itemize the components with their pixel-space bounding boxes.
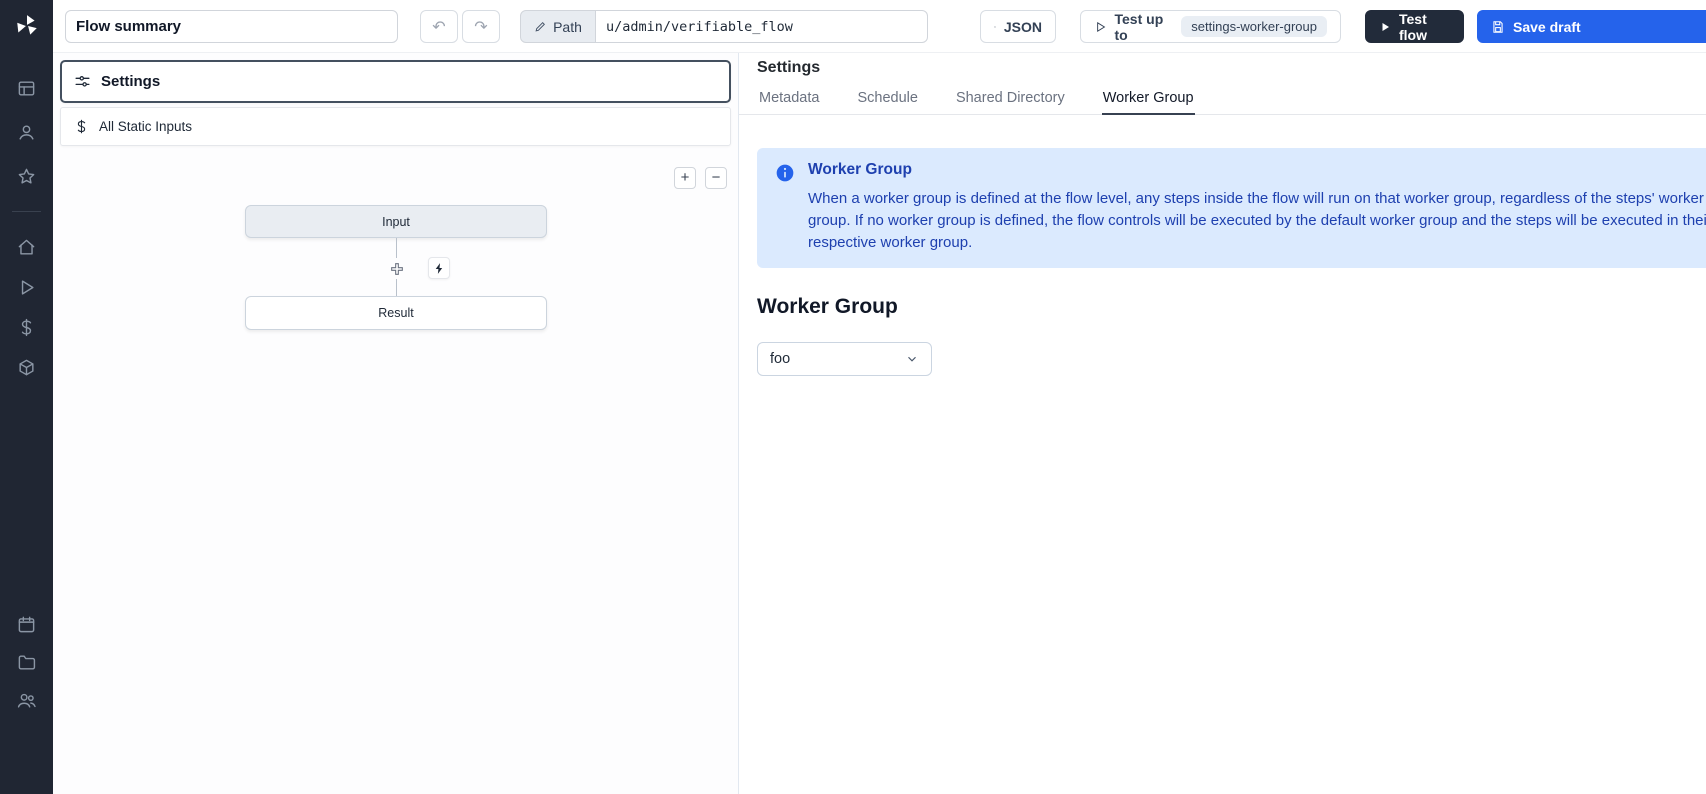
user-icon[interactable]	[0, 114, 53, 150]
add-step-button[interactable]	[386, 258, 407, 279]
dollar-small-icon	[74, 119, 89, 134]
path-field-group: Path	[520, 10, 928, 43]
table-icon[interactable]	[0, 70, 53, 106]
path-label: Path	[553, 19, 582, 35]
flow-settings-item[interactable]: Settings	[60, 60, 731, 103]
all-static-inputs-label: All Static Inputs	[99, 119, 192, 134]
redo-button[interactable]: ↷	[462, 10, 500, 43]
all-static-inputs-item[interactable]: All Static Inputs	[60, 107, 731, 146]
worker-group-select-value: foo	[770, 351, 790, 367]
zoom-out-button[interactable]: −	[705, 167, 727, 189]
undo-button[interactable]: ↶	[420, 10, 458, 43]
test-flow-label: Test flow	[1399, 11, 1450, 43]
zoom-controls: + −	[674, 167, 727, 189]
tab-shared-directory[interactable]: Shared Directory	[955, 86, 1066, 114]
undo-arrow-icon: ↶	[432, 17, 445, 37]
json-button[interactable]: JSON	[980, 10, 1056, 43]
worker-group-select[interactable]: foo	[757, 342, 932, 376]
pencil-icon	[534, 20, 547, 33]
users-icon[interactable]	[0, 682, 53, 718]
play-outline-icon	[1094, 20, 1107, 34]
zoom-in-button[interactable]: +	[674, 167, 696, 189]
save-icon	[1491, 20, 1505, 34]
play-filled-icon	[1379, 20, 1391, 34]
play-icon[interactable]	[0, 269, 53, 305]
input-node[interactable]: Input	[245, 205, 547, 238]
app-window: ↶ ↷ Path JSON Test up to settings-worker…	[0, 0, 1706, 794]
json-file-icon	[994, 20, 996, 34]
app-sidebar	[0, 0, 53, 794]
path-input[interactable]	[596, 10, 928, 43]
redo-arrow-icon: ↷	[474, 17, 487, 37]
windmill-logo[interactable]	[13, 12, 41, 40]
folder-icon[interactable]	[0, 644, 53, 680]
path-edit-button[interactable]: Path	[520, 10, 596, 43]
settings-panel-title: Settings	[757, 59, 820, 77]
lightning-bolt-icon	[433, 262, 446, 275]
info-icon	[775, 163, 795, 183]
dollar-icon[interactable]	[0, 309, 53, 345]
chevron-down-icon	[905, 352, 919, 366]
worker-group-info-alert: Worker Group When a worker group is defi…	[757, 148, 1706, 268]
settings-tabs: Metadata Schedule Shared Directory Worke…	[739, 86, 1706, 115]
save-draft-button[interactable]: Save draft	[1477, 10, 1706, 43]
save-draft-label: Save draft	[1513, 19, 1581, 35]
flow-editor-topbar: ↶ ↷ Path JSON Test up to settings-worker…	[53, 0, 1706, 53]
tab-schedule[interactable]: Schedule	[856, 86, 918, 114]
plus-cross-icon	[389, 261, 405, 277]
flow-settings-panel: Settings Metadata Schedule Shared Direct…	[738, 53, 1706, 794]
test-up-to-label: Test up to	[1115, 11, 1174, 43]
alert-body: When a worker group is defined at the fl…	[808, 188, 1706, 254]
json-button-label: JSON	[1004, 19, 1042, 35]
tab-metadata[interactable]: Metadata	[758, 86, 820, 114]
sidebar-divider	[12, 211, 41, 212]
test-up-to-step-badge[interactable]: settings-worker-group	[1181, 16, 1327, 37]
sliders-icon	[74, 73, 91, 90]
calendar-icon[interactable]	[0, 606, 53, 642]
worker-group-section-title: Worker Group	[757, 295, 898, 319]
test-up-to-button[interactable]: Test up to settings-worker-group	[1080, 10, 1341, 43]
star-icon[interactable]	[0, 158, 53, 194]
cube-icon[interactable]	[0, 349, 53, 385]
result-node[interactable]: Result	[245, 296, 547, 330]
tab-worker-group[interactable]: Worker Group	[1102, 86, 1195, 115]
trigger-bolt-button[interactable]	[428, 257, 450, 279]
flow-graph-panel: Settings All Static Inputs + − Input Res…	[53, 53, 738, 794]
home-icon[interactable]	[0, 229, 53, 265]
test-flow-button[interactable]: Test flow	[1365, 10, 1464, 43]
flow-summary-input[interactable]	[65, 10, 398, 43]
alert-title: Worker Group	[808, 161, 1706, 179]
alert-content: Worker Group When a worker group is defi…	[808, 161, 1706, 254]
flow-settings-label: Settings	[101, 73, 160, 90]
